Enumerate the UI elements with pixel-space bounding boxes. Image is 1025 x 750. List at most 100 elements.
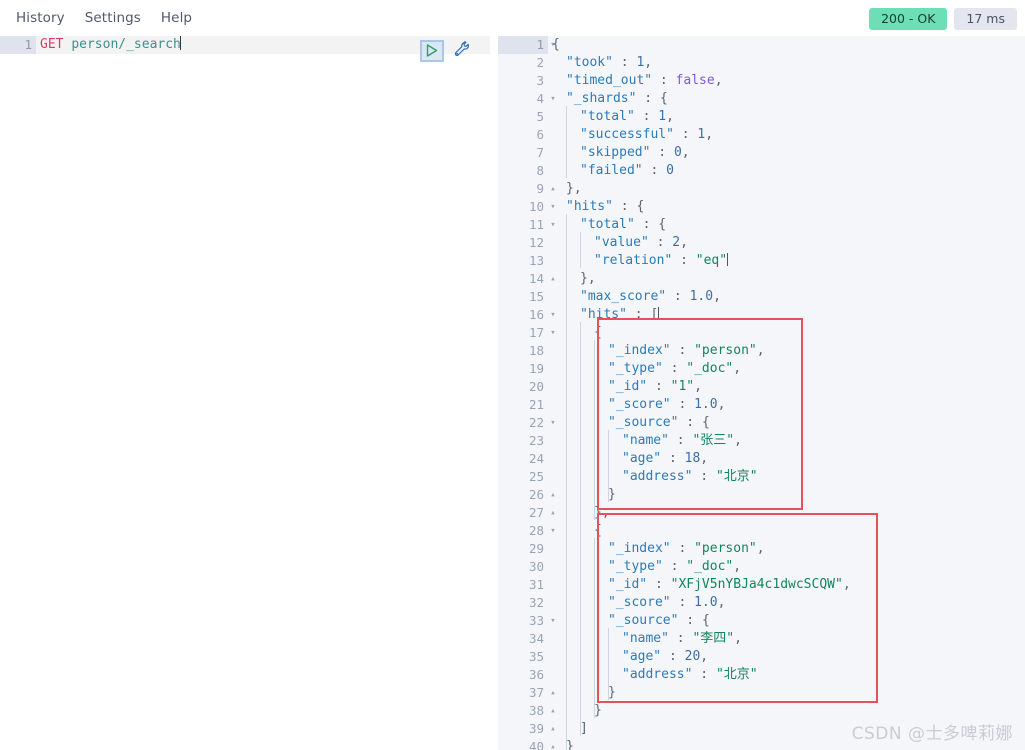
- response-line[interactable]: "max_score" : 1.0,: [548, 288, 1025, 306]
- wrench-icon: [454, 40, 471, 62]
- open-documentation-button[interactable]: [449, 40, 475, 62]
- indent-guide: [566, 106, 567, 178]
- request-code-area[interactable]: GET person/_search: [36, 36, 490, 750]
- response-line-number: 9 ▴: [498, 180, 555, 198]
- response-line[interactable]: "timed_out" : false,: [548, 72, 1025, 90]
- request-line-number: 1: [0, 36, 36, 54]
- response-line[interactable]: "successful" : 1,: [548, 126, 1025, 144]
- response-line[interactable]: "_index" : "person",: [548, 342, 1025, 360]
- response-line-number: 11 ▾: [498, 216, 556, 234]
- response-line-number: 7: [536, 145, 544, 160]
- response-line[interactable]: "_id" : "XFjV5nYBJa4c1dwcSCQW",: [548, 576, 1025, 594]
- response-code-area[interactable]: {"took" : 1, "timed_out" : false, "_shards…: [548, 36, 1025, 750]
- response-line-number: 1 ▾: [498, 36, 556, 54]
- response-line[interactable]: }: [548, 486, 1025, 504]
- response-line[interactable]: "address" : "北京": [548, 666, 1025, 684]
- bracket-cursor: [658, 307, 660, 320]
- response-line[interactable]: "age" : 18,: [548, 450, 1025, 468]
- response-line-number: 10 ▾: [498, 198, 556, 216]
- indent-guide: [608, 430, 609, 502]
- response-line[interactable]: "_source" : {: [548, 414, 1025, 432]
- response-line-number: 35: [528, 649, 544, 664]
- response-line-number: 2: [536, 55, 544, 70]
- response-line-number: 16 ▾: [498, 306, 556, 324]
- response-line[interactable]: "total" : 1,: [548, 108, 1025, 126]
- response-line[interactable]: }: [548, 684, 1025, 702]
- response-gutter: 1 ▾ 2 3 4 ▾ 5 6 7 8 9 ▴ 10 ▾ 11 ▾ 12 13 14 ▴ 15 16 ▾ 17 ▾ 18 19 20 2…: [498, 36, 556, 750]
- response-line[interactable]: "name" : "李四",: [548, 630, 1025, 648]
- response-line-number: 6: [536, 127, 544, 142]
- response-line[interactable]: "_index" : "person",: [548, 540, 1025, 558]
- response-line-number: 22 ▾: [498, 414, 556, 432]
- request-editor-pane[interactable]: 1 GET person/_search: [0, 36, 490, 750]
- response-line[interactable]: "_score" : 1.0,: [548, 594, 1025, 612]
- request-gutter: 1: [0, 36, 36, 750]
- response-line[interactable]: "_score" : 1.0,: [548, 396, 1025, 414]
- response-line[interactable]: "_shards" : {: [548, 90, 1025, 108]
- response-line-number: 37 ▴: [498, 684, 556, 702]
- menu-item-settings[interactable]: Settings: [75, 7, 151, 29]
- response-line[interactable]: "_type" : "_doc",: [548, 558, 1025, 576]
- menu-item-history[interactable]: History: [6, 7, 75, 29]
- console-action-toolbar: [420, 38, 490, 64]
- response-line-number: 12: [528, 235, 544, 250]
- response-line[interactable]: "name" : "张三",: [548, 432, 1025, 450]
- response-line-number: 39 ▴: [498, 720, 556, 738]
- response-line-number: 28 ▾: [498, 522, 556, 540]
- response-line-number: 38 ▴: [498, 702, 556, 720]
- response-line[interactable]: "total" : {: [548, 216, 1025, 234]
- request-path: person/_search: [71, 37, 181, 52]
- response-line-number: 25: [528, 469, 544, 484]
- response-line[interactable]: "address" : "北京": [548, 468, 1025, 486]
- play-icon: [426, 42, 438, 61]
- response-line[interactable]: "hits" : {: [548, 198, 1025, 216]
- response-line-number: 26 ▴: [498, 486, 556, 504]
- response-editor-pane[interactable]: 1 ▾ 2 3 4 ▾ 5 6 7 8 9 ▴ 10 ▾ 11 ▾ 12 13 14 ▴ 15 16 ▾ 17 ▾ 18 19 20 2…: [498, 36, 1025, 750]
- response-line[interactable]: "hits" : [: [548, 306, 1025, 324]
- response-line[interactable]: "value" : 2,: [548, 234, 1025, 252]
- status-badge-time: 17 ms: [954, 8, 1017, 30]
- response-line-number: 27 ▴: [498, 504, 556, 522]
- response-line[interactable]: {: [548, 324, 1025, 342]
- response-line-number: 40 ▴: [498, 738, 556, 750]
- text-cursor: [727, 253, 729, 266]
- text-cursor: [179, 36, 181, 50]
- response-line[interactable]: "took" : 1,: [548, 54, 1025, 72]
- run-request-button[interactable]: [420, 40, 444, 62]
- indent-guide: [594, 340, 595, 520]
- response-line-number: 29: [528, 541, 544, 556]
- response-line[interactable]: "_type" : "_doc",: [548, 360, 1025, 378]
- response-status-group: 200 - OK 17 ms: [869, 8, 1017, 30]
- indent-guide: [566, 214, 567, 750]
- kibana-dev-tools-console: History Settings Help 200 - OK 17 ms 1 G…: [0, 0, 1025, 750]
- request-method: GET: [40, 37, 64, 52]
- response-line-number: 32: [528, 595, 544, 610]
- response-line[interactable]: "skipped" : 0,: [548, 144, 1025, 162]
- response-line-number: 13: [528, 253, 544, 268]
- response-line-number: 20: [528, 379, 544, 394]
- response-line-number: 15: [528, 289, 544, 304]
- menu-item-help[interactable]: Help: [151, 7, 202, 29]
- response-line[interactable]: {: [548, 522, 1025, 540]
- watermark-label: CSDN @士多啤莉娜: [851, 724, 1013, 744]
- response-line[interactable]: },: [548, 180, 1025, 198]
- indent-guide: [580, 322, 581, 736]
- indent-guide: [594, 538, 595, 718]
- response-line-number: 36: [528, 667, 544, 682]
- response-line[interactable]: "_source" : {: [548, 612, 1025, 630]
- response-line-number: 31: [528, 577, 544, 592]
- response-line[interactable]: },: [548, 504, 1025, 522]
- response-line-number: 3: [536, 73, 544, 88]
- response-line[interactable]: "relation" : "eq": [548, 252, 1025, 270]
- response-line-number: 4 ▾: [498, 90, 555, 108]
- response-line[interactable]: "age" : 20,: [548, 648, 1025, 666]
- response-line[interactable]: }: [548, 702, 1025, 720]
- response-line[interactable]: {: [548, 36, 1025, 54]
- response-line-number: 34: [528, 631, 544, 646]
- response-line[interactable]: "_id" : "1",: [548, 378, 1025, 396]
- response-line[interactable]: },: [548, 270, 1025, 288]
- response-line-number: 8: [536, 163, 544, 178]
- response-line-number: 30: [528, 559, 544, 574]
- response-line[interactable]: "failed" : 0: [548, 162, 1025, 180]
- response-line-number: 5: [536, 109, 544, 124]
